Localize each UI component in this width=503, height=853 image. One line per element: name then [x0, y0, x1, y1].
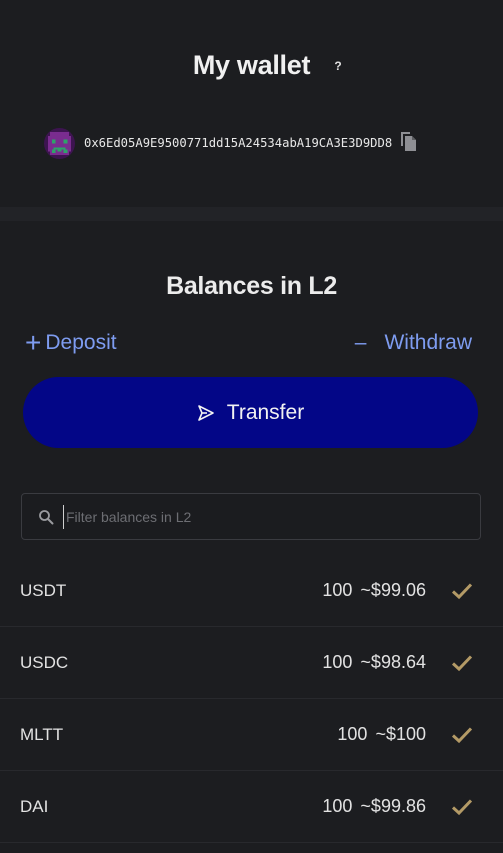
withdraw-label: Withdraw [384, 331, 472, 354]
token-usd-value: ~$98.64 [360, 652, 426, 672]
send-icon [197, 404, 214, 421]
deposit-button[interactable]: + Deposit [25, 328, 117, 358]
token-usd-value: ~$99.06 [360, 580, 426, 600]
token-balance: 100 ~$99.06 [322, 580, 426, 601]
check-icon [451, 798, 473, 815]
deposit-label: Deposit [45, 331, 117, 354]
token-usd-value: ~$99.86 [360, 796, 426, 816]
plus-icon: + [25, 327, 42, 358]
balances-title: Balances in L2 [166, 272, 337, 300]
token-amount: 100 [322, 796, 353, 816]
pixel-avatar-icon [44, 127, 75, 159]
wallet-address: 0x6Ed05A9E9500771dd15A24534abA19CA3E3D9D… [84, 136, 393, 150]
filter-box [21, 493, 481, 540]
token-amount: 100 [322, 652, 353, 672]
token-symbol: MLTT [20, 724, 64, 744]
filter-balances-input[interactable] [63, 504, 443, 529]
token-balance: 100 ~$98.64 [322, 652, 426, 673]
token-amount: 100 [322, 580, 353, 600]
token-symbol: USDT [20, 580, 67, 600]
transfer-button[interactable]: Transfer [23, 377, 478, 448]
minus-icon: – [354, 331, 367, 354]
wallet-page: My wallet ? 0x6Ed05A9E9500771dd15A24534a… [0, 0, 503, 853]
token-row-mltt[interactable]: MLTT 100 ~$100 [0, 699, 503, 771]
token-symbol: USDC [20, 652, 69, 672]
check-icon [451, 726, 473, 743]
token-list: USDT 100 ~$99.06 USDC 100 ~$98.64 MLTT 100… [0, 555, 503, 843]
wallet-address-row: 0x6Ed05A9E9500771dd15A24534abA19CA3E3D9D… [44, 127, 418, 159]
token-balance: 100 ~$99.86 [322, 796, 426, 817]
wallet-header: My wallet ? 0x6Ed05A9E9500771dd15A24534a… [0, 0, 503, 207]
check-icon [451, 582, 473, 599]
copy-icon[interactable] [398, 130, 418, 152]
token-amount: 100 [337, 724, 368, 744]
help-icon[interactable]: ? [328, 55, 348, 77]
token-row-usdc[interactable]: USDC 100 ~$98.64 [0, 627, 503, 699]
check-icon [451, 654, 473, 671]
token-row-dai[interactable]: DAI 100 ~$99.86 [0, 771, 503, 843]
section-divider [0, 207, 503, 221]
transfer-label: Transfer [226, 400, 305, 424]
token-symbol: DAI [20, 796, 49, 816]
token-usd-value: ~$100 [375, 724, 426, 744]
token-row-usdt[interactable]: USDT 100 ~$99.06 [0, 555, 503, 627]
search-icon [39, 509, 54, 524]
page-title: My wallet [192, 50, 311, 80]
title-row: My wallet [0, 50, 503, 81]
token-balance: 100 ~$100 [337, 724, 426, 745]
withdraw-button[interactable]: – Withdraw [355, 328, 472, 358]
